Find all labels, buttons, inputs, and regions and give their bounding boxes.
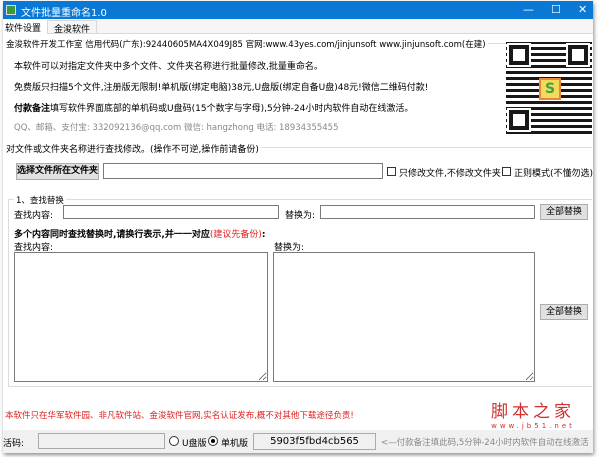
- machine-code: 5903f5fbd4cb565: [253, 433, 376, 450]
- multi-replace-textarea[interactable]: [273, 252, 535, 382]
- folder-path-input[interactable]: [103, 163, 383, 179]
- contact-info: QQ、邮箱、支付宝: 332092136@qq.com 微信: hangzhon…: [14, 123, 339, 133]
- footer-bar: 激活码: U盘版 单机版 5903f5fbd4cb565 <—付款备注填此码,5…: [3, 430, 593, 453]
- maximize-button[interactable]: ☐: [551, 3, 561, 16]
- window-title: 文件批量重命名1.0: [21, 8, 107, 19]
- regex-mode-checkbox[interactable]: [502, 167, 511, 176]
- info-line-1: 本软件可以对指定文件夹中多个文件、文件夹名称进行批量修改,批量重命名。: [14, 62, 323, 72]
- rename-group-title: 对文件或文件夹名称进行查找修改。(操作不可逆,操作前请备份): [4, 142, 261, 155]
- pc-version-label: 单机版: [221, 439, 249, 449]
- jb51-watermark: 脚本之家 www.jb51.net: [491, 397, 575, 430]
- machine-code-hint: <—付款备注填此码,5分钟-24小时内软件自动在线激活: [381, 438, 589, 448]
- tab-bar: 软件设置 金浚软件: [3, 19, 593, 35]
- replace-all-button[interactable]: 全部替换: [540, 204, 588, 220]
- minimize-button[interactable]: —: [523, 3, 534, 16]
- activation-code-input[interactable]: [38, 433, 165, 449]
- find-input[interactable]: [63, 205, 279, 219]
- replace-input[interactable]: [320, 205, 535, 219]
- find-replace-group-title: 1、查找替换: [14, 194, 66, 206]
- close-button[interactable]: ✕: [578, 3, 587, 16]
- app-icon: [6, 5, 16, 15]
- title-bar: 文件批量重命名1.0 — ☐ ✕: [3, 1, 593, 19]
- usb-version-label: U盘版: [182, 439, 207, 449]
- tab-jinjun-software[interactable]: 金浚软件: [47, 20, 98, 35]
- multi-find-textarea[interactable]: [14, 252, 268, 382]
- only-files-label: 只修改文件,不修改文件夹: [399, 169, 501, 179]
- wechat-qr-code: S: [506, 42, 592, 134]
- payment-note-label: 付款备注: [14, 104, 51, 114]
- regex-mode-label: 正则模式(不懂勿选): [514, 169, 593, 179]
- pc-version-radio[interactable]: [208, 436, 218, 446]
- info-line-3: 付款备注填写软件界面底部的单机码或U盘码(15个数字与字母),5分钟-24小时内…: [14, 101, 413, 114]
- info-line-2: 免费版只扫描5个文件,注册版无限制!单机版(绑定电脑)38元,U盘版(绑定自备U…: [14, 83, 429, 93]
- tab-settings[interactable]: 软件设置: [3, 20, 48, 34]
- info-group: 金浚软件开发工作室 信用代码(广东):92440605MA4X049J85 官网…: [4, 38, 592, 139]
- activation-label: 激活码:: [3, 439, 25, 449]
- replace-label: 替换为:: [285, 211, 316, 221]
- multi-hint-text: 多个内容同时查找替换时,请换行表示,并一一对应: [14, 230, 210, 240]
- watermark-title: 脚本之家: [491, 402, 575, 422]
- hint-colon: :: [261, 230, 266, 240]
- info-group-title: 金浚软件开发工作室 信用代码(广东):92440605MA4X049J85 官网…: [4, 38, 488, 50]
- multi-replace-hint: 多个内容同时查找替换时,请换行表示,并一一对应(建议先备份):: [14, 227, 265, 240]
- multi-replace-all-button[interactable]: 全部替换: [540, 304, 588, 320]
- watermark-url: www.jb51.net: [491, 422, 575, 430]
- select-folder-button[interactable]: 选择文件所在文件夹: [16, 163, 99, 180]
- find-label: 查找内容:: [14, 211, 54, 221]
- payment-note-text: 填写软件界面底部的单机码或U盘码(15个数字与字母),5分钟-24小时内软件自动…: [50, 104, 414, 114]
- logo-icon: S: [539, 78, 561, 100]
- usb-version-radio[interactable]: [169, 436, 179, 446]
- rename-group: 对文件或文件夹名称进行查找修改。(操作不可逆,操作前请备份) 选择文件所在文件夹…: [4, 142, 593, 391]
- only-files-checkbox[interactable]: [387, 167, 396, 176]
- distribution-notice: 本软件只在华军软件园、非凡软件站、金浚软件官网,实名认证发布,概不对其他下载途径…: [5, 411, 354, 421]
- app-window: 文件批量重命名1.0 — ☐ ✕ 软件设置 金浚软件 金浚软件开发工作室 信用代…: [3, 1, 593, 453]
- backup-advice: (建议先备份): [209, 230, 262, 240]
- find-replace-group: 1、查找替换 查找内容: 替换为: 全部替换 多个内容同时查找替换时,请换行表示…: [8, 194, 592, 387]
